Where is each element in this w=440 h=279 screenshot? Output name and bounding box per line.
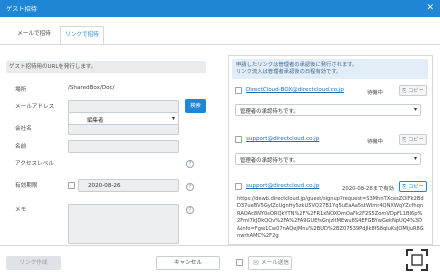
info-banner: ゲスト招待用のURLを発行します。 — [6, 61, 206, 73]
name-label: 名前 — [15, 144, 27, 150]
send-mail-label: メール送信 — [261, 260, 289, 266]
envelope-icon: ✉ — [253, 259, 259, 267]
help-icon[interactable]: ? — [186, 160, 194, 168]
chevron-down-icon: ▾ — [171, 115, 175, 122]
dialog-titlebar: ゲスト招待 ✕ — [0, 0, 440, 17]
recipient-email-link[interactable]: support@directcloud.co.jp — [246, 136, 319, 142]
close-icon[interactable]: ✕ — [426, 2, 434, 14]
copy-button[interactable]: ⎘ コピー — [399, 181, 427, 192]
expiry-date-input[interactable]: 2020-08-26 — [78, 179, 179, 192]
copy-icon: ⎘ — [402, 184, 407, 190]
chevron-down-icon: ▾ — [413, 106, 417, 113]
company-label: 会社名 — [15, 126, 32, 132]
copy-button: ⎘ コピー — [399, 134, 427, 145]
approver-select[interactable]: 管理者の承認待ちです。 ▾ — [235, 153, 421, 165]
expiry-checkbox[interactable] — [68, 182, 75, 189]
notice-line-2: リンク流入は管理者承認後の日程有効です。 — [236, 69, 342, 75]
help-icon[interactable]: ? — [186, 183, 194, 191]
approval-status: 待機中 — [367, 90, 383, 96]
access-level-select[interactable]: 編集者 ▾ — [68, 112, 179, 125]
help-icon[interactable]: ? — [186, 206, 194, 214]
create-link-button[interactable]: リンク作成 — [6, 256, 61, 270]
cancel-button[interactable]: キャンセル — [156, 256, 220, 270]
copy-icon: ⎘ — [402, 88, 407, 94]
expiry-label: 有効期限 — [15, 183, 38, 189]
mail-send-checkbox[interactable] — [236, 259, 243, 266]
approval-status: 2020-08-28まで有効 — [342, 186, 394, 192]
location-value: /SharedBox/Doc/ — [68, 85, 115, 91]
expiry-date-value: 2020-08-26 — [88, 183, 121, 189]
footer-divider — [0, 245, 440, 246]
memo-textarea[interactable] — [68, 204, 179, 244]
access-level-value: 編集者 — [87, 118, 104, 124]
approver-select-value: 管理者の承認待ちです。 — [240, 109, 299, 115]
approval-panel: 申請したリンクは管理者の承認後に発行されます。 リンク流入は管理者承認後の日程有… — [228, 55, 433, 245]
email-label: メールアドレス — [15, 104, 55, 110]
approval-checkbox[interactable] — [235, 183, 242, 190]
approval-status: 待機中 — [367, 139, 383, 145]
approver-select-value: 管理者の承認待ちです。 — [240, 158, 299, 164]
expand-icon[interactable] — [404, 247, 430, 273]
copy-label: コピー — [408, 137, 424, 143]
access-level-label: アクセスレベル — [15, 161, 54, 167]
approver-select[interactable]: 管理者の承認待ちです。 ▾ — [235, 104, 421, 116]
location-label: 場所 — [15, 87, 27, 93]
approval-checkbox[interactable] — [235, 87, 242, 94]
chevron-down-icon: ▾ — [413, 155, 417, 162]
copy-icon: ⎘ — [402, 137, 407, 143]
memo-label: メモ — [15, 207, 27, 213]
recipient-email-link[interactable]: support@directcloud.co.jp — [246, 183, 319, 189]
recipient-email-link[interactable]: DirectCloud-BOX@directcloud.co.jp — [246, 87, 344, 93]
tab-link-invite[interactable]: リンクで招待 — [60, 26, 104, 45]
tab-email-invite[interactable]: メールで招待 — [12, 26, 56, 44]
search-button[interactable]: 検索 — [185, 99, 206, 113]
copy-label: コピー — [408, 88, 424, 94]
invite-url-text: https://dewb.directcloud.jp/guest/signup… — [237, 196, 424, 240]
approval-notice: 申請したリンクは管理者の承認後に発行されます。 リンク流入は管理者承認後の日程有… — [232, 59, 428, 79]
copy-button: ⎘ コピー — [399, 85, 427, 96]
approval-checkbox[interactable] — [235, 136, 242, 143]
notice-line-1: 申請したリンクは管理者の承認後に発行されます。 — [236, 62, 358, 68]
send-mail-button[interactable]: ✉ メール送信 — [248, 256, 292, 270]
name-input[interactable] — [68, 140, 179, 153]
invite-form: ゲスト招待用のURLを発行します。 場所 /SharedBox/Doc/ メール… — [0, 45, 222, 245]
dialog-title: ゲスト招待 — [6, 6, 37, 13]
copy-label: コピー — [408, 184, 424, 190]
